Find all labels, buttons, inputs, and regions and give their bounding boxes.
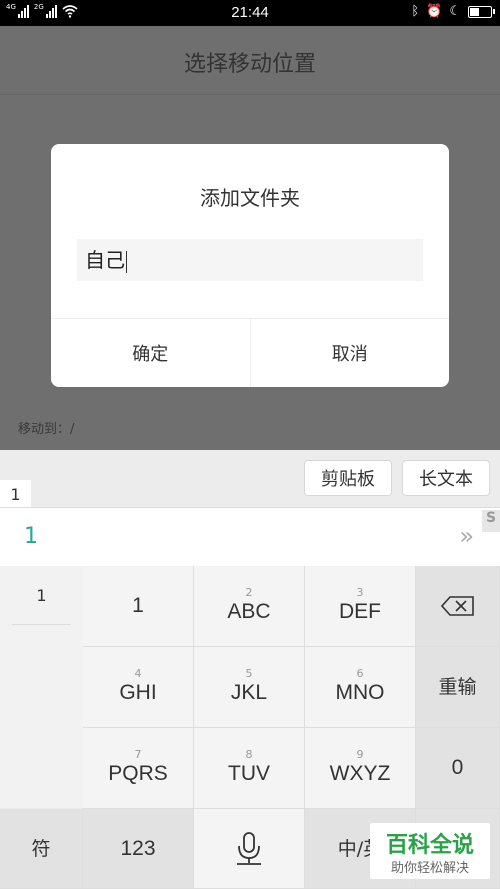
watermark-brand: 百科全说: [385, 833, 474, 858]
key-pqrs[interactable]: 7 PQRS: [83, 728, 194, 809]
key-number: 9: [356, 748, 364, 761]
backspace-key[interactable]: [416, 566, 500, 647]
key-label: 符: [31, 837, 51, 860]
key-abc[interactable]: 2 ABC: [194, 566, 305, 647]
composing-text: 1: [0, 480, 31, 508]
candidate-bar: 1 » S: [0, 507, 500, 567]
number-mode-key[interactable]: 123: [83, 809, 194, 889]
key-label: PQRS: [108, 762, 168, 785]
key-label: ABC: [227, 600, 271, 623]
key-number: 8: [245, 748, 253, 761]
left-column-item[interactable]: 1: [0, 586, 83, 605]
key-1[interactable]: 1: [83, 566, 194, 647]
ime-logo-icon: S: [482, 510, 500, 532]
dialog-buttons: 确定 取消: [51, 318, 449, 387]
status-bar: 4G 2G 21:44 ᛒ ⏰ ☾: [0, 0, 500, 26]
key-label: 1: [132, 594, 144, 617]
alarm-icon: ⏰: [426, 4, 443, 19]
cancel-button[interactable]: 取消: [249, 319, 450, 387]
key-def[interactable]: 3 DEF: [305, 566, 416, 647]
watermark-slogan: 助你轻松解决: [390, 861, 469, 876]
key-number: 3: [356, 586, 364, 599]
key-number: 6: [356, 667, 364, 680]
folder-name-input[interactable]: 自己: [77, 239, 423, 281]
page-title: 选择移动位置: [183, 52, 316, 77]
key-label: 123: [120, 836, 156, 860]
reenter-key[interactable]: 重输: [416, 647, 500, 728]
key-number: 2: [245, 586, 253, 599]
candidate-item[interactable]: 1: [24, 524, 38, 549]
expand-candidates-icon[interactable]: »: [459, 522, 474, 550]
key-number: 5: [245, 667, 253, 680]
key-label: MNO: [335, 681, 385, 704]
microphone-icon: [237, 831, 261, 865]
dialog-title: 添加文件夹: [200, 186, 300, 210]
watermark-logo: 百科全说 助你轻松解决: [370, 823, 490, 879]
move-to-path: 移动到：/: [18, 422, 75, 437]
folder-name-value: 自己: [85, 248, 125, 272]
key-0[interactable]: 0: [416, 728, 500, 809]
keyboard-toolbar: 剪贴板 长文本 1: [0, 450, 500, 508]
left-candidate-column: 1: [0, 566, 84, 808]
key-mno[interactable]: 6 MNO: [305, 647, 416, 728]
key-number: 4: [134, 667, 142, 680]
confirm-button[interactable]: 确定: [51, 319, 250, 387]
battery-icon: [468, 5, 495, 18]
bluetooth-icon: ᛒ: [411, 4, 420, 19]
key-label: 重输: [438, 676, 477, 698]
moon-icon: ☾: [449, 4, 461, 19]
key-jkl[interactable]: 5 JKL: [194, 647, 305, 728]
key-label: 0: [451, 756, 464, 779]
key-number: 7: [134, 748, 142, 761]
key-tuv[interactable]: 8 TUV: [194, 728, 305, 809]
long-text-button[interactable]: 长文本: [402, 460, 490, 496]
clipboard-button[interactable]: 剪贴板: [304, 460, 392, 496]
key-ghi[interactable]: 4 GHI: [83, 647, 194, 728]
key-label: TUV: [228, 762, 270, 785]
key-wxyz[interactable]: 9 WXYZ: [305, 728, 416, 809]
key-label: GHI: [119, 681, 157, 704]
voice-input-key[interactable]: [194, 809, 305, 889]
add-folder-dialog: 添加文件夹 自己 确定 取消: [51, 144, 449, 387]
key-label: DEF: [339, 600, 381, 623]
key-label: JKL: [230, 681, 268, 704]
divider: [12, 624, 71, 625]
page-header: 选择移动位置: [0, 26, 500, 95]
text-caret: [126, 250, 127, 273]
status-icons: ᛒ ⏰ ☾: [411, 4, 495, 19]
key-label: WXYZ: [329, 762, 391, 785]
symbol-key[interactable]: 符: [0, 809, 83, 889]
backspace-icon: [440, 596, 474, 616]
